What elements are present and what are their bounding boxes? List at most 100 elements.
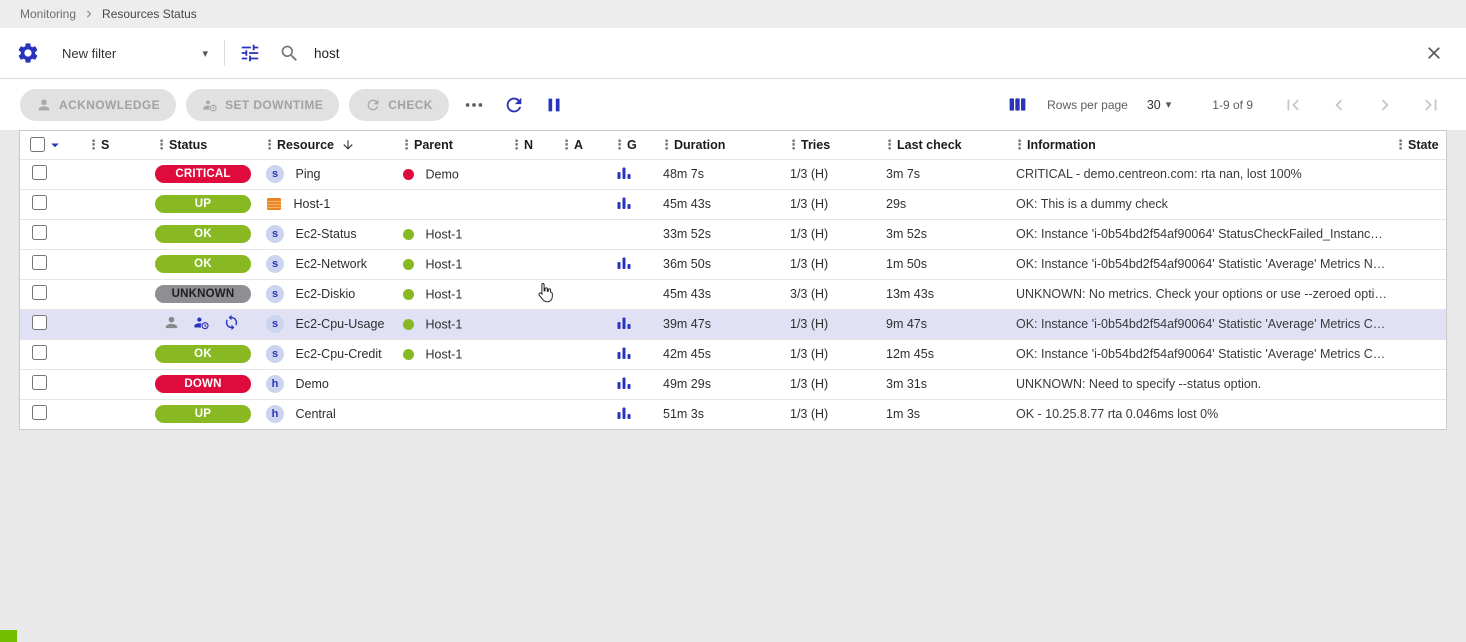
row-checkbox[interactable] xyxy=(32,315,47,330)
column-header-action[interactable]: A xyxy=(574,138,583,152)
column-menu-icon[interactable]: ⋮ xyxy=(883,137,894,153)
graph-icon[interactable] xyxy=(616,345,632,360)
column-header-parent[interactable]: Parent xyxy=(414,138,453,152)
row-checkbox[interactable] xyxy=(32,255,47,270)
table-row[interactable]: OK s Ec2-Status Host-1 33m 52s 1/3 (H) 3… xyxy=(20,219,1446,249)
table-header-row: ⋮S ⋮Status ⋮Resource ⋮Parent ⋮N ⋮A ⋮G ⋮D… xyxy=(20,131,1446,159)
sort-descending-icon[interactable] xyxy=(337,138,355,152)
resource-name[interactable]: Ping xyxy=(295,167,320,181)
state-icons xyxy=(155,314,240,331)
table-row[interactable]: UNKNOWN s Ec2-Diskio Host-1 45m 43s 3/3 … xyxy=(20,279,1446,309)
column-menu-icon[interactable]: ⋮ xyxy=(1013,137,1024,153)
parent-name[interactable]: Host-1 xyxy=(425,347,462,361)
row-checkbox[interactable] xyxy=(32,195,47,210)
graph-icon[interactable] xyxy=(616,375,632,390)
parent-name[interactable]: Host-1 xyxy=(425,317,462,331)
last-check-cell: 1m 50s xyxy=(878,249,1008,279)
row-checkbox[interactable] xyxy=(32,345,47,360)
column-menu-icon[interactable]: ⋮ xyxy=(263,137,274,153)
column-header-state[interactable]: State xyxy=(1408,138,1439,152)
row-checkbox[interactable] xyxy=(32,165,47,180)
resource-type-icon: s xyxy=(266,165,284,183)
tries-cell: 1/3 (H) xyxy=(782,189,878,219)
column-header-resource[interactable]: Resource xyxy=(277,138,334,152)
column-menu-icon[interactable]: ⋮ xyxy=(613,137,624,153)
graph-icon[interactable] xyxy=(616,315,632,330)
column-header-tries[interactable]: Tries xyxy=(801,138,830,152)
resource-name[interactable]: Demo xyxy=(295,377,328,391)
breadcrumb-monitoring[interactable]: Monitoring xyxy=(20,7,76,21)
column-menu-icon[interactable]: ⋮ xyxy=(787,137,798,153)
resource-name[interactable]: Host-1 xyxy=(293,197,330,211)
first-page-icon[interactable] xyxy=(1278,90,1308,120)
rows-per-page-select[interactable]: 30 ▾ xyxy=(1147,98,1171,112)
pause-icon[interactable] xyxy=(539,90,569,120)
column-menu-icon[interactable]: ⋮ xyxy=(400,137,411,153)
tries-cell: 1/3 (H) xyxy=(782,339,878,369)
status-badge: OK xyxy=(155,345,251,363)
last-check-cell: 13m 43s xyxy=(878,279,1008,309)
resource-name[interactable]: Ec2-Network xyxy=(295,257,367,271)
column-header-notes[interactable]: N xyxy=(524,138,533,152)
column-header-last-check[interactable]: Last check xyxy=(897,138,962,152)
information-cell: CRITICAL - demo.centreon.com: rta nan, l… xyxy=(1008,159,1389,189)
row-checkbox[interactable] xyxy=(32,225,47,240)
tries-cell: 1/3 (H) xyxy=(782,309,878,339)
more-actions-icon[interactable] xyxy=(459,90,489,120)
row-checkbox[interactable] xyxy=(32,285,47,300)
resources-table: ⋮S ⋮Status ⋮Resource ⋮Parent ⋮N ⋮A ⋮G ⋮D… xyxy=(19,130,1447,430)
refresh-icon[interactable] xyxy=(499,90,529,120)
last-check-cell: 3m 31s xyxy=(878,369,1008,399)
graph-icon[interactable] xyxy=(616,165,632,180)
resource-name[interactable]: Ec2-Status xyxy=(295,227,356,241)
search-input[interactable] xyxy=(312,45,1420,62)
next-page-icon[interactable] xyxy=(1370,90,1400,120)
graph-icon[interactable] xyxy=(616,255,632,270)
tune-icon[interactable] xyxy=(235,38,265,68)
last-page-icon[interactable] xyxy=(1416,90,1446,120)
column-menu-icon[interactable]: ⋮ xyxy=(155,137,166,153)
parent-name[interactable]: Host-1 xyxy=(425,287,462,301)
parent-name[interactable]: Host-1 xyxy=(425,227,462,241)
column-header-severity[interactable]: S xyxy=(101,138,109,152)
column-menu-icon[interactable]: ⋮ xyxy=(560,137,571,153)
acknowledge-button[interactable]: ACKNOWLEDGE xyxy=(20,89,176,121)
column-header-status[interactable]: Status xyxy=(169,138,207,152)
column-menu-icon[interactable]: ⋮ xyxy=(1394,137,1405,153)
select-rows-caret-icon[interactable] xyxy=(46,136,64,154)
table-row[interactable]: CRITICAL s Ping Demo 48m 7s 1/3 (H) 3m 7… xyxy=(20,159,1446,189)
gear-icon[interactable] xyxy=(12,37,44,69)
table-row[interactable]: UP h Central 51m 3s 1/3 (H) 1m 3s OK - 1… xyxy=(20,399,1446,429)
table-row[interactable]: s Ec2-Cpu-Usage Host-1 39m 47s 1/3 (H) 9… xyxy=(20,309,1446,339)
close-icon[interactable] xyxy=(1420,39,1448,67)
column-menu-icon[interactable]: ⋮ xyxy=(510,137,521,153)
column-header-graph[interactable]: G xyxy=(627,138,637,152)
resource-name[interactable]: Central xyxy=(295,407,335,421)
columns-icon[interactable] xyxy=(1003,90,1032,119)
table-row[interactable]: UP Host-1 45m 43s 1/3 (H) 29s OK: This i… xyxy=(20,189,1446,219)
tries-cell: 1/3 (H) xyxy=(782,159,878,189)
parent-name[interactable]: Host-1 xyxy=(425,257,462,271)
table-row[interactable]: OK s Ec2-Network Host-1 36m 50s 1/3 (H) … xyxy=(20,249,1446,279)
row-checkbox[interactable] xyxy=(32,375,47,390)
resource-name[interactable]: Ec2-Cpu-Usage xyxy=(295,317,384,331)
graph-icon[interactable] xyxy=(616,195,632,210)
check-button[interactable]: CHECK xyxy=(349,89,449,121)
breadcrumb-resources-status[interactable]: Resources Status xyxy=(102,7,197,21)
previous-page-icon[interactable] xyxy=(1324,90,1354,120)
resource-name[interactable]: Ec2-Cpu-Credit xyxy=(295,347,381,361)
select-all-checkbox[interactable] xyxy=(30,137,45,152)
row-checkbox[interactable] xyxy=(32,405,47,420)
resource-name[interactable]: Ec2-Diskio xyxy=(295,287,355,301)
column-header-duration[interactable]: Duration xyxy=(674,138,725,152)
parent-name[interactable]: Demo xyxy=(425,167,458,181)
column-menu-icon[interactable]: ⋮ xyxy=(660,137,671,153)
column-menu-icon[interactable]: ⋮ xyxy=(87,137,98,153)
column-header-information[interactable]: Information xyxy=(1027,138,1096,152)
divider xyxy=(224,40,225,66)
set-downtime-button[interactable]: SET DOWNTIME xyxy=(186,89,339,121)
graph-icon[interactable] xyxy=(616,405,632,420)
table-row[interactable]: OK s Ec2-Cpu-Credit Host-1 42m 45s 1/3 (… xyxy=(20,339,1446,369)
table-row[interactable]: DOWN h Demo 49m 29s 1/3 (H) 3m 31s UNKNO… xyxy=(20,369,1446,399)
saved-filter-select[interactable]: New filter ▾ xyxy=(56,40,214,67)
